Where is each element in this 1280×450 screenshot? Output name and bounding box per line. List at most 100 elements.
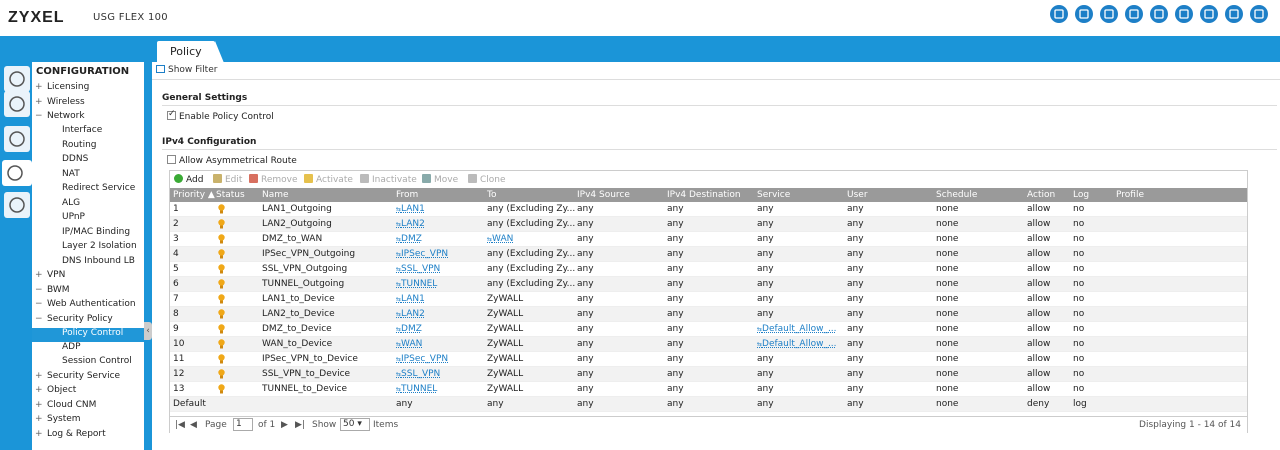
status-bulb-icon[interactable] [218,369,225,379]
to-cell[interactable]: ⇆WAN [487,234,575,244]
sidebar-item-policy-control[interactable]: Policy Control [32,328,144,342]
column-header[interactable]: From [396,190,418,200]
status-bulb-icon[interactable] [218,279,225,289]
link-text[interactable]: DMZ [401,234,422,244]
column-header[interactable]: Log [1073,190,1089,200]
toolbar-activate-button[interactable]: Activate [304,174,353,185]
sidebar-item-security-service[interactable]: + Security Service [32,371,144,385]
sidebar-item-network[interactable]: − Network [32,111,144,125]
from-cell[interactable]: ⇆TUNNEL [396,279,484,289]
shield-icon[interactable] [1050,5,1068,23]
sidebar-item-layer-2-isolation[interactable]: Layer 2 Isolation [32,241,144,255]
status-bulb-icon[interactable] [218,264,225,274]
link-text[interactable]: LAN2 [401,309,425,319]
last-page-button[interactable]: ▶| [295,420,305,430]
column-header[interactable]: Schedule [936,190,977,200]
sidebar-item-security-policy[interactable]: − Security Policy [32,314,144,328]
link-text[interactable]: SSL_VPN [401,369,440,379]
sidebar-item-system[interactable]: + System [32,414,144,428]
table-row[interactable]: 4 IPSec_VPN_Outgoing ⇆IPSec_VPN any (Exclud… [170,247,1247,262]
from-cell[interactable]: ⇆SSL_VPN [396,264,484,274]
table-row[interactable]: 12 SSL_VPN_to_Device ⇆SSL_VPN ZyWALL any any a… [170,367,1247,382]
next-page-button[interactable]: ▶ [281,420,288,430]
column-header[interactable]: IPv4 Source [577,190,630,200]
sidebar-item-interface[interactable]: Interface [32,125,144,139]
cli-icon[interactable] [1100,5,1118,23]
column-header[interactable]: Action [1027,190,1055,200]
column-header[interactable]: Priority ▲ [173,190,215,200]
link-text[interactable]: DMZ [401,324,422,334]
sidebar-item-log-report[interactable]: + Log & Report [32,429,144,443]
toolbar-inactivate-button[interactable]: Inactivate [360,174,417,185]
from-cell[interactable]: ⇆DMZ [396,324,484,334]
column-header[interactable]: IPv4 Destination [667,190,741,200]
table-row[interactable]: 11 IPSec_VPN_to_Device ⇆IPSec_VPN ZyWALL any… [170,352,1247,367]
status-bulb-icon[interactable] [218,249,225,259]
sidebar-item-object[interactable]: + Object [32,385,144,399]
link-text[interactable]: WAN [401,339,422,349]
sidebar-item-licensing[interactable]: + Licensing [32,82,144,96]
dashboard-icon[interactable] [4,66,30,92]
from-cell[interactable]: ⇆WAN [396,339,484,349]
link-text[interactable]: SSL_VPN [401,264,440,274]
status-bulb-icon[interactable] [218,354,225,364]
table-row[interactable]: 13 TUNNEL_to_Device ⇆TUNNEL ZyWALL any any any… [170,382,1247,397]
link-text[interactable]: TUNNEL [401,279,437,289]
status-bulb-icon[interactable] [218,309,225,319]
table-row[interactable]: 5 SSL_VPN_Outgoing ⇆SSL_VPN any (Excluding … [170,262,1247,277]
sidebar-item-routing[interactable]: Routing [32,140,144,154]
table-row[interactable]: 7 LAN1_to_Device ⇆LAN1 ZyWALL any any any any no… [170,292,1247,307]
allow-asym-route-checkbox[interactable]: Allow Asymmetrical Route [167,155,297,166]
sidebar-item-ip-mac-binding[interactable]: IP/MAC Binding [32,227,144,241]
sidebar-item-redirect-service[interactable]: Redirect Service [32,183,144,197]
sidebar-item-alg[interactable]: ALG [32,198,144,212]
link-text[interactable]: IPSec_VPN [401,249,448,259]
first-page-button[interactable]: |◀ [175,420,185,430]
link-text[interactable]: TUNNEL [401,384,437,394]
sidebar-item-wireless[interactable]: + Wireless [32,97,144,111]
page-size-select[interactable]: 50 ▾ [340,418,370,431]
sidebar-item-ddns[interactable]: DDNS [32,154,144,168]
column-header[interactable]: Service [757,190,790,200]
column-header[interactable]: User [847,190,868,200]
sidebar-item-bwm[interactable]: − BWM [32,285,144,299]
help-book-icon[interactable] [1200,5,1218,23]
service-cell[interactable]: ⇆Default_Allow_... [757,339,845,349]
status-bulb-icon[interactable] [218,324,225,334]
link-text[interactable]: Default_Allow_... [762,324,837,334]
column-header[interactable]: To [487,190,496,200]
sidebar-item-cloud-cnm[interactable]: + Cloud CNM [32,400,144,414]
sidebar-item-web-authentication[interactable]: − Web Authentication [32,299,144,313]
from-cell[interactable]: ⇆LAN2 [396,309,484,319]
status-bulb-icon[interactable] [218,204,225,214]
toolbar-remove-button[interactable]: Remove [249,174,298,185]
table-row[interactable]: 8 LAN2_to_Device ⇆LAN2 ZyWALL any any any any no… [170,307,1247,322]
logout-icon[interactable] [1250,5,1268,23]
toolbar-move-button[interactable]: Move [422,174,458,185]
prev-page-button[interactable]: ◀ [190,420,197,430]
service-cell[interactable]: ⇆Default_Allow_... [757,324,845,334]
table-row[interactable]: 10 WAN_to_Device ⇆WAN ZyWALL any any ⇆Default_… [170,337,1247,352]
chat-icon[interactable] [1175,5,1193,23]
toolbar-edit-button[interactable]: Edit [213,174,242,185]
from-cell[interactable]: ⇆DMZ [396,234,484,244]
from-cell[interactable]: ⇆TUNNEL [396,384,484,394]
table-row-default[interactable]: Default any any any any any any none deny log [170,397,1247,412]
wand-icon[interactable] [4,91,30,117]
sidebar-item-session-control[interactable]: Session Control [32,356,144,370]
table-row[interactable]: 2 LAN2_Outgoing ⇆LAN2 any (Excluding Zy... a… [170,217,1247,232]
gear-icon[interactable] [2,160,32,186]
network-icon[interactable] [1150,5,1168,23]
status-bulb-icon[interactable] [218,339,225,349]
tab-policy[interactable]: Policy [157,41,224,63]
sidebar-item-vpn[interactable]: + VPN [32,270,144,284]
status-bulb-icon[interactable] [218,294,225,304]
toolbar-add-button[interactable]: Add [174,174,203,185]
column-header[interactable]: Name [262,190,289,200]
info-icon[interactable] [1225,5,1243,23]
enable-policy-control-checkbox[interactable]: Enable Policy Control [167,109,274,122]
console-icon[interactable] [1075,5,1093,23]
table-row[interactable]: 9 DMZ_to_Device ⇆DMZ ZyWALL any any ⇆Default_A… [170,322,1247,337]
sidebar-item-nat[interactable]: NAT [32,169,144,183]
link-text[interactable]: IPSec_VPN [401,354,448,364]
